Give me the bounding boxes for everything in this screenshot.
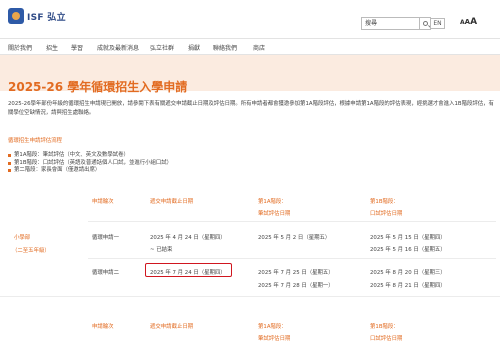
nav-item-giving[interactable]: 捐獻	[188, 43, 200, 52]
bullet-icon	[8, 169, 11, 173]
nav-item-community[interactable]: 弘立社群	[150, 43, 174, 52]
table-cell-deadline: 2025 年 4 月 24 日（星期四）	[150, 235, 226, 241]
table-cell-stage1a: 2025 年 7 月 28 日（星期一）	[258, 283, 334, 289]
table-cell-stage1a: 2025 年 7 月 25 日（星期五）	[258, 270, 334, 276]
bullet-icon	[8, 154, 11, 158]
font-size-control[interactable]: AAA	[460, 17, 477, 27]
nav-item-shop[interactable]: 商店	[253, 43, 265, 52]
table-header-round: 申請輪次	[92, 324, 114, 330]
table-header-stage1b-sub: 口試評估日期	[370, 336, 403, 342]
logo-emblem-icon	[8, 8, 24, 24]
level-sub-label: （二至五年級）	[12, 248, 50, 254]
list-item: 第1A階段：筆試評估（中文、英文及數學試卷）	[8, 152, 172, 160]
divider	[88, 221, 496, 222]
nav-item-admissions[interactable]: 招生	[46, 43, 58, 52]
table-header-deadline: 遞交申請截止日期	[150, 324, 194, 330]
divider	[0, 296, 500, 297]
table-cell-stage1a: 2025 年 5 月 2 日（星期五）	[258, 235, 331, 241]
table-cell-status: ~ 已結束	[150, 247, 173, 253]
table-cell-stage1b: 2025 年 5 月 15 日（星期四）	[370, 235, 446, 241]
divider	[88, 258, 496, 259]
table-header-stage1a-sub: 筆試評估日期	[258, 336, 291, 342]
nav-item-contact[interactable]: 聯絡我們	[213, 43, 237, 52]
table-header-deadline: 遞交申請截止日期	[150, 199, 194, 205]
nav-item-about[interactable]: 關於我們	[8, 43, 32, 52]
table-header-stage1a: 第1A階段：	[258, 199, 287, 205]
main-nav: 關於我們 招生 學習 成就及最新消息 弘立社群 捐獻 聯絡我們 商店	[0, 38, 500, 55]
search-input[interactable]: 搜尋	[361, 17, 420, 30]
table-cell-stage1b: 2025 年 8 月 20 日（星期三）	[370, 270, 446, 276]
table-header-round: 申請輪次	[92, 199, 114, 205]
school-logo[interactable]: ISF 弘立	[8, 8, 66, 24]
list-item: 第二階段：家長會面（僅邀請出席）	[8, 167, 172, 175]
level-label: 小學部	[14, 235, 31, 241]
nav-item-news[interactable]: 成就及最新消息	[97, 43, 139, 52]
table-header-stage1a: 第1A階段：	[258, 324, 287, 330]
table-cell-deadline: 2025 年 7 月 24 日（星期四）	[150, 270, 226, 276]
nav-item-learning[interactable]: 學習	[71, 43, 83, 52]
process-title: 循環招生申請評估流程	[8, 138, 62, 144]
search-icon	[422, 21, 428, 26]
font-size-large[interactable]: A	[470, 17, 477, 27]
intro-paragraph: 2025-26學年部份年級的循環招生申請現已開放，請參閱下表有關遞交申請截止日期…	[8, 101, 494, 116]
table-header-stage1b: 第1B階段：	[370, 324, 399, 330]
table-cell-stage1b: 2025 年 5 月 16 日（星期五）	[370, 247, 446, 253]
page-title: 2025-26 學年循環招生入學申請	[8, 80, 188, 94]
table-header-stage1b: 第1B階段：	[370, 199, 399, 205]
table-cell-round: 循環申請二	[92, 270, 119, 276]
table-header-stage1a-sub: 筆試評估日期	[258, 211, 291, 217]
table-cell-stage1b: 2025 年 8 月 21 日（星期四）	[370, 283, 446, 289]
logo-text: ISF 弘立	[27, 12, 66, 23]
table-cell-round: 循環申請一	[92, 235, 119, 241]
process-list: 第1A階段：筆試評估（中文、英文及數學試卷） 第1B階段：口試評估（英語及普通話…	[8, 152, 172, 175]
language-switch[interactable]: EN	[430, 18, 445, 29]
site-header: ISF 弘立 搜尋 EN AAA	[0, 0, 500, 38]
table-header-stage1b-sub: 口試評估日期	[370, 211, 403, 217]
bullet-icon	[8, 161, 11, 165]
list-item: 第1B階段：口試評估（英語及普通話個人口試，並進行小組口試）	[8, 160, 172, 168]
